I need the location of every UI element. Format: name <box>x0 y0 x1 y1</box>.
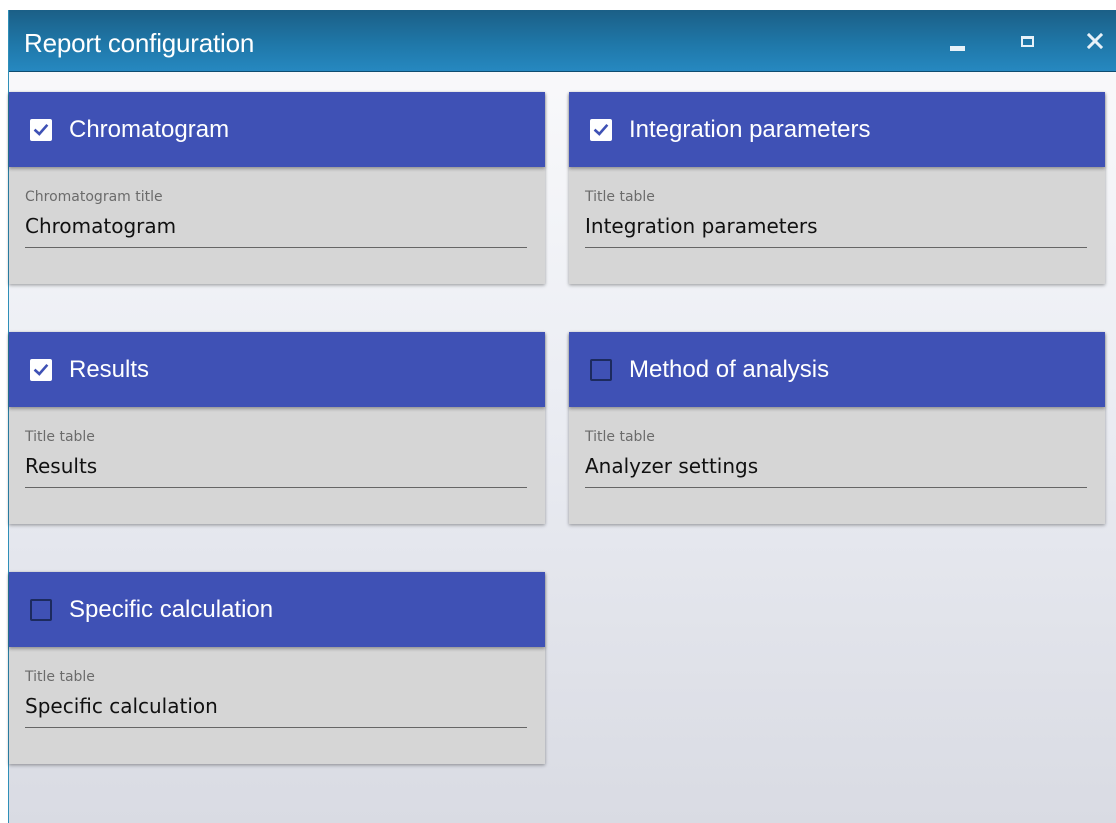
section-field: Title table <box>585 428 1087 488</box>
close-icon <box>1087 33 1103 49</box>
section-header-method-of-analysis[interactable]: Method of analysis <box>569 332 1105 407</box>
results-title-input[interactable] <box>25 453 527 488</box>
section-title: Method of analysis <box>629 355 830 383</box>
section-field: Title table <box>25 668 527 728</box>
section-field: Title table <box>585 188 1087 248</box>
section-field: Chromatogram title <box>25 188 527 248</box>
minimize-button[interactable] <box>937 24 977 58</box>
field-label: Chromatogram title <box>25 189 163 205</box>
section-checkbox[interactable] <box>30 118 52 141</box>
section-title: Specific calculation <box>69 595 274 623</box>
section-header-results[interactable]: Results <box>9 332 545 407</box>
section-card-chromatogram: Chromatogram Chromatogram title <box>9 92 545 284</box>
checkmark-icon <box>593 123 609 136</box>
field-label: Title table <box>25 429 95 445</box>
section-card-method-of-analysis: Method of analysis Title table <box>569 332 1105 524</box>
minimize-icon <box>949 45 965 51</box>
maximize-button[interactable] <box>1007 24 1047 58</box>
section-title: Integration parameters <box>629 115 871 143</box>
report-configuration-window: Report configuration Chromatogram Chroma… <box>8 10 1116 823</box>
section-header-integration-parameters[interactable]: Integration parameters <box>569 92 1105 167</box>
window-title: Report configuration <box>24 28 255 58</box>
field-label: Title table <box>25 669 95 685</box>
close-button[interactable] <box>1075 24 1115 58</box>
section-checkbox[interactable] <box>590 118 612 141</box>
section-title: Chromatogram <box>69 115 230 143</box>
field-label: Title table <box>585 429 655 445</box>
checkmark-icon <box>33 363 49 376</box>
section-card-integration-parameters: Integration parameters Title table <box>569 92 1105 284</box>
title-bar[interactable]: Report configuration <box>9 10 1116 72</box>
section-checkbox[interactable] <box>590 358 612 381</box>
section-card-results: Results Title table <box>9 332 545 524</box>
section-checkbox[interactable] <box>30 358 52 381</box>
field-label: Title table <box>585 189 655 205</box>
integration-parameters-title-input[interactable] <box>585 213 1087 248</box>
section-header-specific-calculation[interactable]: Specific calculation <box>9 572 545 647</box>
section-card-specific-calculation: Specific calculation Title table <box>9 572 545 764</box>
section-header-chromatogram[interactable]: Chromatogram <box>9 92 545 167</box>
checkmark-icon <box>33 123 49 136</box>
section-field: Title table <box>25 428 527 488</box>
maximize-icon <box>1020 35 1034 47</box>
section-checkbox[interactable] <box>30 598 52 621</box>
chromatogram-title-input[interactable] <box>25 213 527 248</box>
section-title: Results <box>69 355 150 383</box>
method-of-analysis-title-input[interactable] <box>585 453 1087 488</box>
specific-calculation-title-input[interactable] <box>25 693 527 728</box>
